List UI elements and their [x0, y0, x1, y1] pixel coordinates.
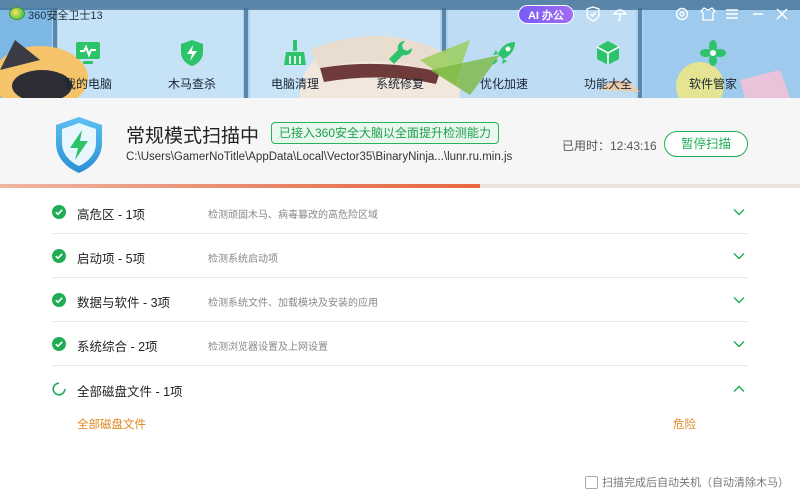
nav-system-repair[interactable]: 系统修复 [354, 34, 446, 94]
auto-shutdown-label: 扫描完成后自动关机（自动清除木马） [602, 477, 789, 489]
category-row-startup[interactable]: 启动项 - 5项 检测系统启动项 [52, 234, 748, 278]
nav-software-manager[interactable]: 软件管家 [667, 34, 759, 94]
shield-check-icon[interactable] [585, 6, 601, 22]
settings-gear-icon[interactable] [674, 6, 690, 22]
app-title: 360安全卫士13 [28, 10, 103, 22]
loading-spinner-icon [52, 382, 66, 396]
check-circle-icon [52, 337, 66, 351]
nav-label: 优化加速 [479, 77, 528, 91]
minimize-icon[interactable] [750, 6, 766, 22]
category-desc: 检测顽固木马、病毒篡改的高危险区域 [208, 210, 378, 221]
nav-optimize[interactable]: 优化加速 [458, 34, 550, 94]
nav-all-features[interactable]: 功能大全 [562, 34, 654, 94]
app-logo-icon [9, 7, 25, 20]
nav-label: 木马查杀 [167, 77, 216, 91]
category-name: 系统综合 - 2项 [77, 340, 158, 354]
flower-grid-icon [700, 40, 726, 66]
detail-item-name[interactable]: 全部磁盘文件 [77, 416, 146, 432]
security-brain-badge: 已接入360安全大脑以全面提升检测能力 [271, 122, 500, 144]
nav-label: 电脑清理 [270, 77, 319, 91]
cube-icon [596, 41, 620, 65]
rocket-icon [492, 42, 515, 65]
scan-progress-fill [0, 184, 480, 188]
check-circle-icon [52, 205, 66, 219]
close-icon[interactable] [774, 6, 790, 22]
detail-risk-level: 危险 [673, 419, 696, 431]
category-name: 全部磁盘文件 - 1项 [77, 385, 183, 399]
category-row-high-risk[interactable]: 高危区 - 1项 检测顽固木马、病毒篡改的高危险区域 [52, 190, 748, 234]
nav-label: 功能大全 [583, 77, 632, 91]
shield-bolt-icon [181, 40, 203, 66]
menu-icon[interactable] [724, 6, 740, 22]
elapsed-time: 已用时：12:43:16 [562, 139, 657, 153]
nav-label: 软件管家 [688, 77, 737, 91]
scan-progress-bar [0, 184, 800, 188]
check-circle-icon [52, 293, 66, 307]
category-desc: 检测系统文件、加载模块及安装的应用 [208, 298, 378, 309]
main-nav: 我的电脑 木马查杀 电脑清理 系统修复 优化加速 功能大全 软件管家 [0, 34, 800, 94]
header-banner: 360安全卫士13 AI 办公 我的电脑 木马查杀 电脑清理 系统修复 优化加速… [0, 0, 800, 98]
category-name: 数据与软件 - 3项 [77, 296, 171, 310]
pause-scan-button[interactable]: 暂停扫描 [664, 131, 748, 157]
category-row-data-software[interactable]: 数据与软件 - 3项 检测系统文件、加载模块及安装的应用 [52, 278, 748, 322]
broom-icon [284, 40, 306, 65]
chevron-down-icon[interactable] [732, 337, 746, 351]
check-circle-icon [52, 249, 66, 263]
category-desc: 检测浏览器设置及上网设置 [208, 342, 328, 353]
category-desc: 检测系统启动项 [208, 254, 278, 265]
nav-label: 系统修复 [375, 77, 424, 91]
scan-current-path: C:\Users\GamerNoTitle\AppData\Local\Vect… [126, 151, 513, 163]
umbrella-icon[interactable] [612, 6, 628, 22]
scan-title: 常规模式扫描中 [126, 126, 260, 147]
chevron-down-icon[interactable] [732, 205, 746, 219]
nav-cleanup[interactable]: 电脑清理 [249, 34, 341, 94]
nav-trojan-scan[interactable]: 木马查杀 [146, 34, 238, 94]
chevron-up-icon[interactable] [732, 382, 746, 396]
nav-my-computer[interactable]: 我的电脑 [42, 34, 134, 94]
chevron-down-icon[interactable] [732, 249, 746, 263]
category-name: 启动项 - 5项 [77, 252, 146, 266]
chevron-down-icon[interactable] [732, 293, 746, 307]
auto-shutdown-checkbox[interactable]: 扫描完成后自动关机（自动清除木马） [585, 474, 789, 490]
nav-label: 我的电脑 [63, 77, 112, 91]
category-name: 高危区 - 1项 [77, 208, 146, 222]
skin-shirt-icon[interactable] [700, 6, 716, 22]
checkbox-box[interactable] [585, 475, 598, 489]
scan-shield-icon [56, 117, 102, 173]
title-bar: 360安全卫士13 AI 办公 [0, 0, 800, 28]
monitor-pulse-icon [76, 42, 100, 64]
category-row-all-disk[interactable]: 全部磁盘文件 - 1项 [52, 367, 748, 411]
wrench-icon [389, 40, 413, 64]
ai-office-button[interactable]: AI 办公 [518, 5, 574, 24]
category-row-system[interactable]: 系统综合 - 2项 检测浏览器设置及上网设置 [52, 322, 748, 366]
